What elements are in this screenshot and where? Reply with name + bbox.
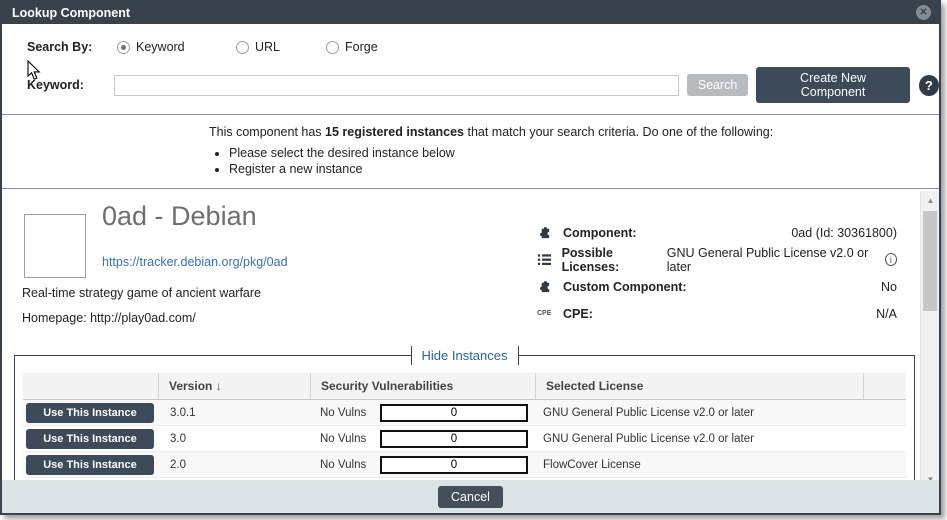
cancel-button[interactable]: Cancel xyxy=(438,486,503,508)
version-cell: 3.0 xyxy=(158,433,310,445)
instance-row: Use This Instance 2.0 No Vulns FlowCover… xyxy=(23,452,906,478)
radio-keyword[interactable]: Keyword xyxy=(117,40,202,54)
vulnerabilities-cell: No Vulns xyxy=(310,400,535,425)
puzzle-icon xyxy=(537,279,559,294)
message-bullets: Please select the desired instance below… xyxy=(212,146,929,176)
keyword-input[interactable] xyxy=(114,75,679,96)
radio-url-icon[interactable] xyxy=(236,41,249,54)
component-description: Real-time strategy game of ancient warfa… xyxy=(22,286,261,300)
search-button[interactable]: Search xyxy=(687,74,749,96)
use-this-instance-button[interactable]: Use This Instance xyxy=(26,403,154,423)
scroll-up-icon[interactable]: ▲ xyxy=(921,193,939,209)
license-cell: GNU General Public License v2.0 or later xyxy=(535,433,863,445)
search-by-label: Search By: xyxy=(27,40,117,54)
help-icon[interactable]: ? xyxy=(919,75,939,96)
use-this-instance-button[interactable]: Use This Instance xyxy=(26,429,154,449)
puzzle-icon xyxy=(537,225,559,240)
search-section: Search By: Keyword URL Forge Keyword: Se… xyxy=(2,24,939,114)
attribute-cpe: CPE CPE: N/A xyxy=(537,300,897,327)
bullet-item: Please select the desired instance below xyxy=(229,146,929,160)
create-new-component-button[interactable]: Create New Component xyxy=(756,67,909,103)
vertical-scrollbar[interactable]: ▲ ▼ xyxy=(920,191,939,492)
instance-row: Use This Instance 3.0.1 No Vulns GNU Gen… xyxy=(23,400,906,426)
component-title: 0ad - Debian xyxy=(102,201,257,232)
license-cell: GNU General Public License v2.0 or later xyxy=(535,407,863,419)
component-tracker-link[interactable]: https://tracker.debian.org/pkg/0ad xyxy=(102,255,288,269)
bullet-item: Register a new instance xyxy=(229,162,929,176)
vuln-status: No Vulns xyxy=(310,433,366,445)
use-this-instance-button[interactable]: Use This Instance xyxy=(26,455,154,475)
hide-instances-link[interactable]: Hide Instances xyxy=(411,346,519,365)
component-id-value: 0ad (Id: 30361800) xyxy=(791,226,897,240)
instances-count: 15 registered instances xyxy=(325,125,464,139)
message-line: This component has 15 registered instanc… xyxy=(209,125,929,139)
component-attributes: Component: 0ad (Id: 30361800) Possible L… xyxy=(537,219,897,327)
vuln-count-input[interactable] xyxy=(380,430,528,448)
radio-forge-icon[interactable] xyxy=(326,41,339,54)
vulnerabilities-cell: No Vulns xyxy=(310,452,535,477)
instances-table: Version ↓ Security Vulnerabilities Selec… xyxy=(23,373,906,492)
version-cell: 2.0 xyxy=(158,459,310,471)
close-icon[interactable]: ✕ xyxy=(916,5,931,20)
possible-licenses-value: GNU General Public License v2.0 or later xyxy=(667,246,881,274)
dialog-title: Lookup Component xyxy=(12,6,130,20)
keyword-row: Keyword: Search Create New Component ? xyxy=(27,67,939,103)
instances-panel: Hide Instances Version ↓ Security Vulner… xyxy=(14,355,915,492)
attribute-component: Component: 0ad (Id: 30361800) xyxy=(537,219,897,246)
instance-row: Use This Instance 3.0 No Vulns GNU Gener… xyxy=(23,426,906,452)
license-info-icon[interactable]: i xyxy=(885,253,897,266)
instances-message: This component has 15 registered instanc… xyxy=(2,114,939,189)
vuln-status: No Vulns xyxy=(310,407,366,419)
attribute-possible-licenses: Possible Licenses: GNU General Public Li… xyxy=(537,246,897,273)
vuln-count-input[interactable] xyxy=(380,456,528,474)
cpe-icon: CPE xyxy=(537,310,559,317)
header-security-vulnerabilities: Security Vulnerabilities xyxy=(310,373,535,399)
radio-url[interactable]: URL xyxy=(236,40,292,54)
vulnerabilities-cell: No Vulns xyxy=(310,426,535,451)
vuln-count-input[interactable] xyxy=(380,404,528,422)
component-homepage: Homepage: http://play0ad.com/ xyxy=(22,311,196,325)
version-cell: 3.0.1 xyxy=(158,407,310,419)
lookup-component-dialog: Lookup Component ✕ Search By: Keyword UR… xyxy=(0,0,941,515)
instances-table-header: Version ↓ Security Vulnerabilities Selec… xyxy=(23,373,906,400)
component-detail-panel: 0ad - Debian https://tracker.debian.org/… xyxy=(2,189,939,492)
keyword-label: Keyword: xyxy=(27,78,114,92)
license-cell: FlowCover License xyxy=(535,459,863,471)
header-actions xyxy=(23,373,158,399)
sort-desc-icon: ↓ xyxy=(216,379,222,393)
dialog-footer: Cancel xyxy=(2,480,939,513)
radio-keyword-icon[interactable] xyxy=(117,41,130,54)
dialog-titlebar: Lookup Component ✕ xyxy=(2,2,939,24)
vuln-status: No Vulns xyxy=(310,459,366,471)
screen: Lookup Component ✕ Search By: Keyword UR… xyxy=(0,0,947,520)
component-image-placeholder xyxy=(24,214,86,278)
list-icon xyxy=(537,252,558,267)
attribute-custom-component: Custom Component: No xyxy=(537,273,897,300)
radio-forge[interactable]: Forge xyxy=(326,40,378,54)
header-selected-license: Selected License xyxy=(535,373,863,399)
header-version[interactable]: Version ↓ xyxy=(158,373,310,399)
header-extra xyxy=(863,373,906,399)
custom-component-value: No xyxy=(881,280,897,294)
scrollbar-thumb[interactable] xyxy=(923,211,937,311)
search-by-row: Search By: Keyword URL Forge xyxy=(27,40,939,54)
cpe-value: N/A xyxy=(876,307,897,321)
